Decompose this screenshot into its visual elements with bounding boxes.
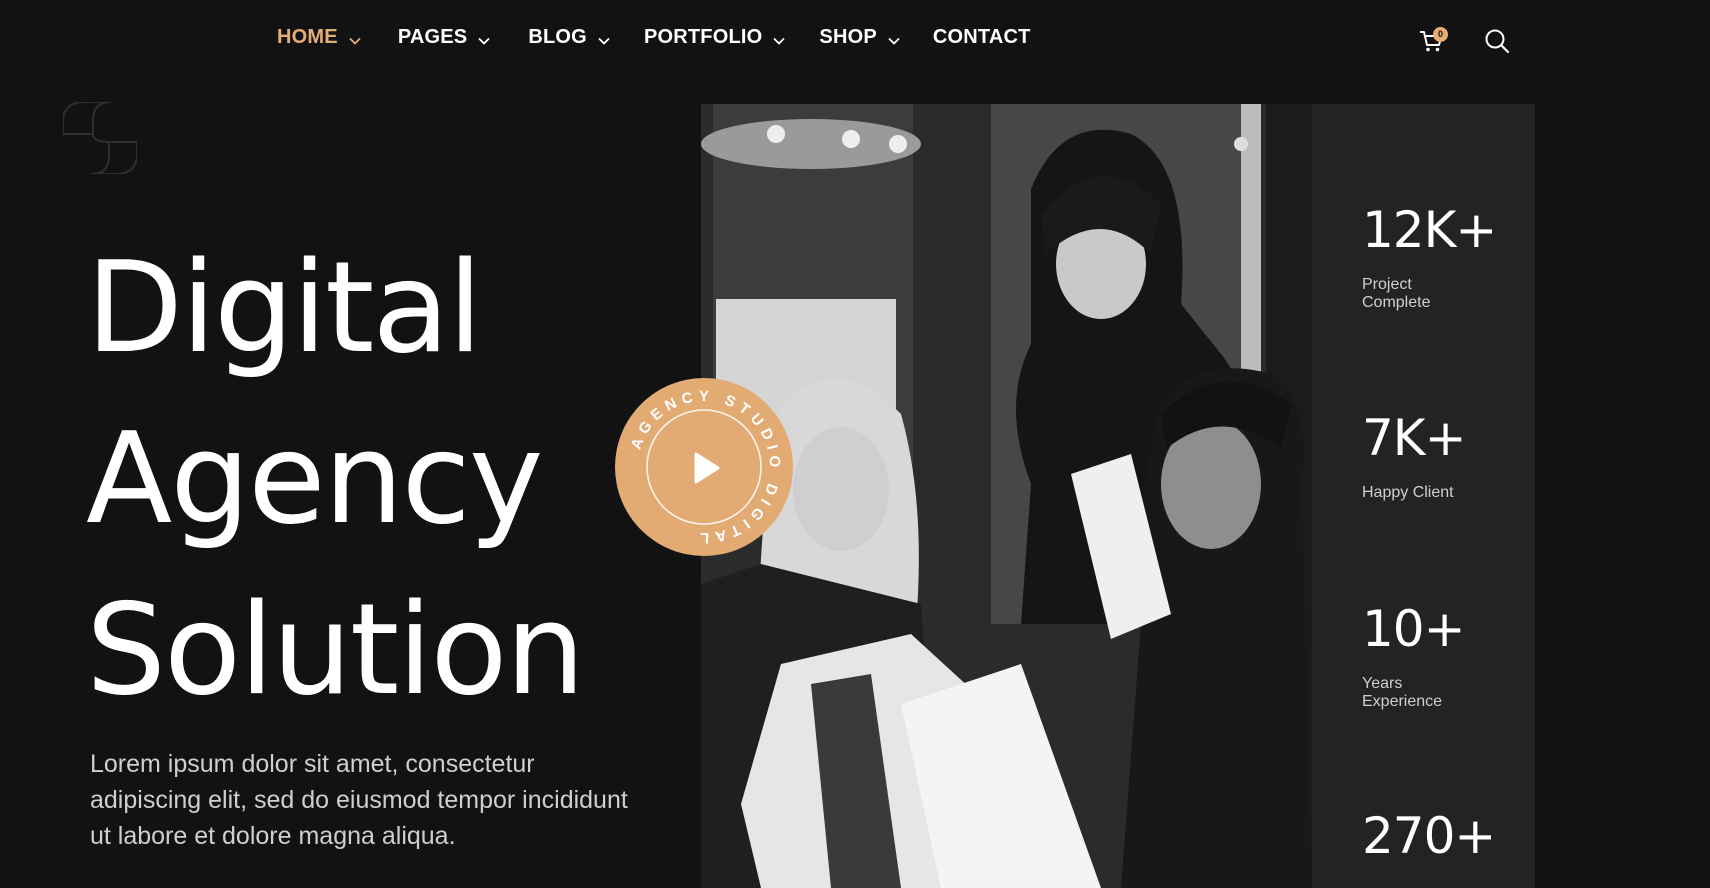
hero-title-line: Agency: [86, 405, 543, 552]
stat-label: Happy Client: [1362, 484, 1454, 501]
nav-item-home[interactable]: HOME: [277, 26, 362, 49]
stat-label: Years Experience: [1362, 675, 1443, 710]
decorative-shape-icon: [62, 101, 138, 175]
nav-item-label: PAGES: [397, 26, 468, 48]
nav-item-label: SHOP: [819, 26, 877, 48]
nav-item-portfolio[interactable]: PORTFOLIO: [644, 26, 786, 49]
stat-item: 12K+ Project Complete: [1362, 200, 1497, 312]
nav-item-label: BLOG: [528, 26, 587, 48]
nav-item-shop[interactable]: SHOP: [819, 26, 900, 49]
nav-item-label: PORTFOLIO: [643, 26, 763, 48]
chevron-down-icon: [887, 31, 901, 45]
chevron-down-icon: [597, 31, 611, 45]
chevron-down-icon: [348, 31, 362, 45]
nav-item-blog[interactable]: BLOG: [528, 26, 611, 49]
nav-item-label: HOME: [277, 26, 338, 48]
stat-item: 7K+ Happy Client: [1362, 408, 1472, 502]
stat-label: Project Complete: [1362, 276, 1431, 311]
cart-count-badge: 0: [1433, 27, 1448, 42]
stat-item: 10+ Years Experience: [1362, 599, 1472, 711]
nav-item-contact[interactable]: CONTACT: [933, 26, 1031, 49]
hero-title: Digital Agency Solution: [86, 222, 706, 735]
stats-panel: 12K+ Project Complete 7K+ Happy Client 1…: [1312, 104, 1535, 888]
stat-value: 270+: [1362, 807, 1496, 865]
search-icon: [1484, 29, 1510, 58]
stat-value: 10+: [1362, 600, 1466, 658]
cart-icon: [1418, 31, 1444, 58]
play-video-button[interactable]: AGENCY STUDIO DIGITAL: [615, 378, 793, 556]
play-icon: [694, 452, 720, 484]
hero-title-line: Digital: [86, 234, 483, 381]
main-menu: HOME PAGES BLOG PORTFOLIO SHOP CONTACT: [277, 26, 1031, 49]
stat-value: 12K+: [1362, 201, 1497, 259]
nav-item-pages[interactable]: PAGES: [398, 26, 492, 49]
cart-button[interactable]: 0: [1418, 27, 1448, 58]
nav-item-label: CONTACT: [932, 26, 1031, 48]
top-navigation: HOME PAGES BLOG PORTFOLIO SHOP CONTACT 0: [0, 0, 1710, 84]
stat-item: 270+: [1362, 806, 1496, 866]
stat-value: 7K+: [1362, 409, 1467, 467]
hero-title-line: Solution: [86, 576, 585, 723]
chevron-down-icon: [772, 31, 786, 45]
chevron-down-icon: [477, 31, 491, 45]
search-button[interactable]: [1484, 28, 1512, 56]
hero-description: Lorem ipsum dolor sit amet, consectetur …: [90, 750, 628, 850]
